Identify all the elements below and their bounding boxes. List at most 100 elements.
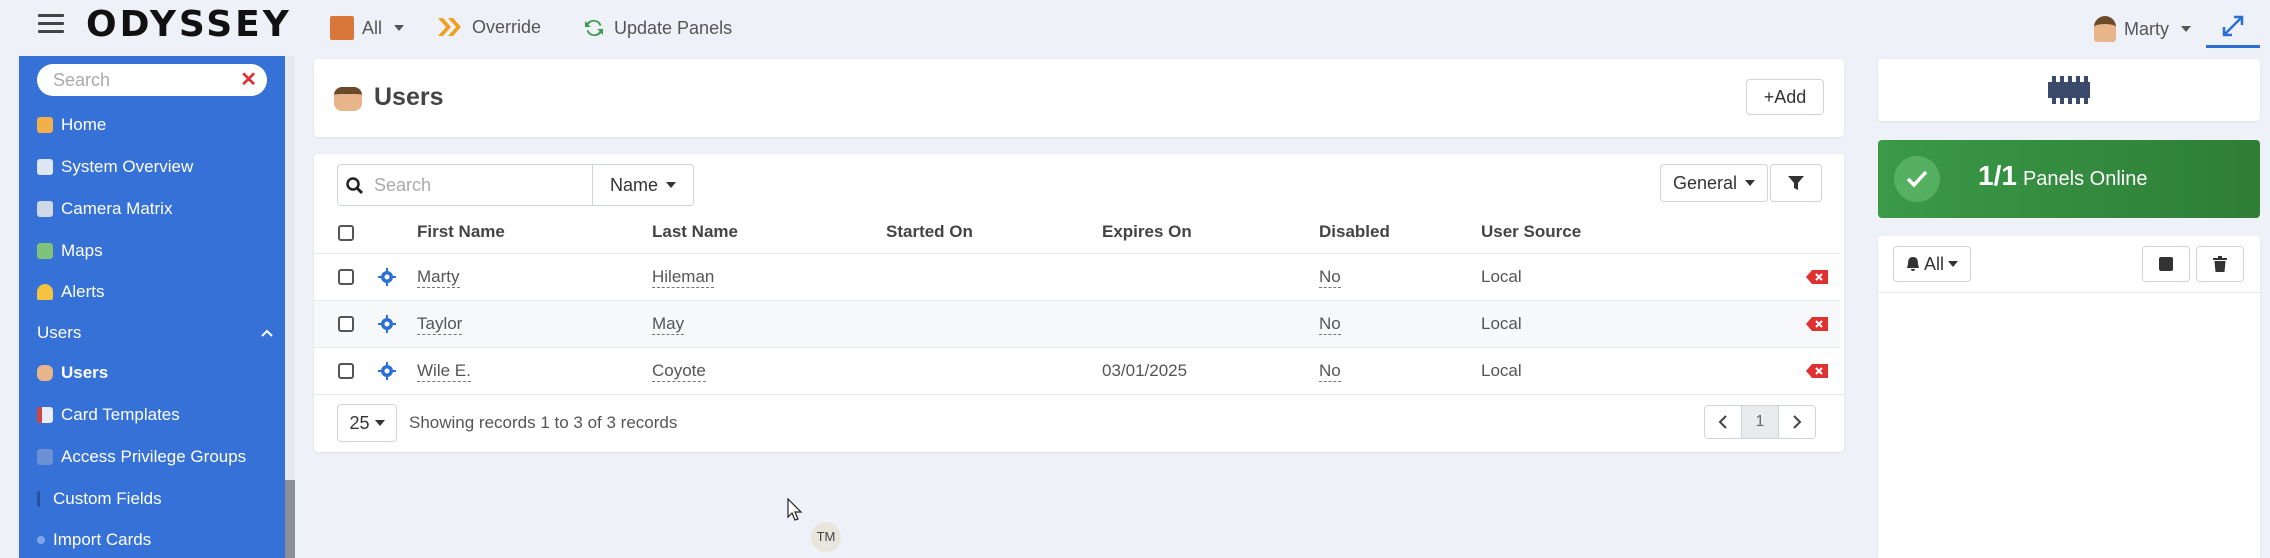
row-checkbox[interactable] bbox=[338, 316, 354, 332]
sidebar-item-camera-matrix[interactable]: Camera Matrix bbox=[37, 194, 172, 224]
clear-search-icon[interactable]: ✕ bbox=[240, 64, 257, 96]
alert-filter-label: All bbox=[1923, 253, 1944, 274]
users-table-card: Search Name General First Name Last Name… bbox=[314, 154, 1844, 452]
sidebar-item-home[interactable]: Home bbox=[37, 110, 106, 140]
column-header-expires-on[interactable]: Expires On bbox=[1102, 222, 1192, 242]
sidebar-item-label: Maps bbox=[61, 241, 103, 260]
clear-alerts-button[interactable] bbox=[2196, 246, 2244, 282]
sidebar: Search ✕ Home System Overview Camera Mat… bbox=[19, 56, 285, 558]
disabled-cell[interactable]: No bbox=[1319, 314, 1341, 335]
filter-button[interactable] bbox=[1770, 164, 1822, 202]
gear-icon[interactable] bbox=[378, 362, 396, 380]
next-page-button[interactable] bbox=[1778, 405, 1816, 439]
last-name-cell[interactable]: May bbox=[652, 314, 685, 335]
sidebar-item-label: Camera Matrix bbox=[61, 199, 173, 218]
column-header-disabled[interactable]: Disabled bbox=[1319, 222, 1390, 242]
last-name-cell[interactable]: Coyote bbox=[652, 361, 706, 382]
first-name-cell[interactable]: Marty bbox=[417, 267, 460, 288]
column-header-first-name[interactable]: First Name bbox=[417, 222, 505, 242]
all-panels-label: All bbox=[362, 17, 383, 38]
sidebar-item-label: Home bbox=[61, 115, 107, 134]
chevron-right-icon bbox=[1793, 415, 1802, 429]
users-icon bbox=[37, 365, 53, 381]
disabled-cell[interactable]: No bbox=[1319, 361, 1341, 382]
bell-icon bbox=[37, 284, 53, 300]
sidebar-group-users[interactable]: Users bbox=[37, 318, 273, 348]
delete-icon[interactable] bbox=[1806, 317, 1828, 331]
square-icon bbox=[2159, 257, 2173, 271]
select-all-checkbox[interactable] bbox=[338, 225, 354, 241]
alert-filter-dropdown[interactable]: All bbox=[1893, 246, 1971, 282]
table-row[interactable]: Marty Hileman No Local bbox=[314, 253, 1840, 300]
alerts-panel: All bbox=[1878, 236, 2260, 558]
sidebar-item-maps[interactable]: Maps bbox=[37, 236, 103, 266]
disabled-cell[interactable]: No bbox=[1319, 267, 1341, 288]
menu-icon[interactable] bbox=[38, 14, 64, 36]
sidebar-item-card-templates[interactable]: Card Templates bbox=[37, 400, 180, 430]
table-row[interactable]: Taylor May No Local bbox=[314, 300, 1840, 347]
chevron-up-icon bbox=[261, 329, 273, 337]
column-header-user-source[interactable]: User Source bbox=[1481, 222, 1581, 242]
delete-icon[interactable] bbox=[1806, 270, 1828, 284]
override-button[interactable]: Override bbox=[436, 16, 541, 38]
column-header-last-name[interactable]: Last Name bbox=[652, 222, 738, 242]
gear-icon[interactable] bbox=[378, 268, 396, 286]
all-panels-dropdown[interactable]: All bbox=[330, 16, 405, 40]
user-name: Marty bbox=[2124, 18, 2169, 39]
page-size-dropdown[interactable]: 25 bbox=[337, 404, 397, 442]
table-search-input[interactable]: Search bbox=[337, 164, 593, 206]
expand-button[interactable] bbox=[2206, 6, 2260, 48]
update-panels-button[interactable]: Update Panels bbox=[582, 16, 732, 40]
delete-icon[interactable] bbox=[1806, 364, 1828, 378]
chevron-left-icon bbox=[1718, 415, 1727, 429]
user-source-cell: Local bbox=[1481, 267, 1522, 286]
general-label: General bbox=[1672, 172, 1738, 193]
override-label: Override bbox=[472, 16, 542, 37]
user-source-cell: Local bbox=[1481, 314, 1522, 333]
sidebar-item-custom-fields[interactable]: Custom Fields bbox=[37, 484, 162, 514]
previous-page-button[interactable] bbox=[1704, 405, 1742, 439]
sidebar-search-input[interactable]: Search ✕ bbox=[37, 64, 267, 96]
page-title: Users bbox=[374, 83, 444, 111]
user-menu[interactable]: Marty bbox=[2094, 16, 2191, 42]
row-checkbox[interactable] bbox=[338, 269, 354, 285]
system-overview-icon bbox=[37, 159, 53, 175]
row-checkbox[interactable] bbox=[338, 363, 354, 379]
add-user-button[interactable]: +Add bbox=[1746, 79, 1824, 115]
panels-online-banner[interactable]: 1/1 Panels Online bbox=[1878, 140, 2260, 218]
trash-icon bbox=[2213, 256, 2227, 272]
first-name-cell[interactable]: Wile E. bbox=[417, 361, 471, 382]
name-filter-dropdown[interactable]: Name bbox=[592, 164, 694, 206]
stop-button[interactable] bbox=[2142, 246, 2190, 282]
mouse-cursor-icon bbox=[787, 498, 803, 521]
last-name-cell[interactable]: Hileman bbox=[652, 267, 715, 288]
name-filter-label: Name bbox=[609, 174, 658, 195]
sidebar-scrollbar[interactable] bbox=[285, 56, 295, 558]
camera-icon bbox=[37, 201, 53, 217]
expires-on-cell: 03/01/2025 bbox=[1102, 361, 1188, 380]
panels-online-count: 1/1 bbox=[1978, 160, 2017, 191]
page-header-card: Users +Add bbox=[314, 59, 1844, 137]
sidebar-item-system-overview[interactable]: System Overview bbox=[37, 152, 193, 182]
sidebar-item-import-cards[interactable]: Import Cards bbox=[37, 525, 151, 555]
sidebar-item-label: Access Privilege Groups bbox=[61, 447, 247, 466]
home-icon bbox=[37, 117, 53, 133]
sidebar-item-users[interactable]: Users bbox=[37, 358, 108, 388]
users-icon bbox=[334, 87, 362, 111]
sidebar-item-label: Import Cards bbox=[53, 530, 152, 549]
sidebar-item-alerts[interactable]: Alerts bbox=[37, 277, 104, 307]
sidebar-item-label: System Overview bbox=[61, 157, 194, 176]
table-search-placeholder: Search bbox=[374, 175, 432, 195]
app-logo: ODYSSEY bbox=[86, 4, 292, 45]
general-dropdown[interactable]: General bbox=[1660, 164, 1768, 202]
panel-status-header bbox=[1878, 59, 2260, 121]
gear-icon[interactable] bbox=[378, 315, 396, 333]
sidebar-item-access-privilege-groups[interactable]: Access Privilege Groups bbox=[37, 442, 246, 472]
double-chevron-icon bbox=[438, 18, 461, 36]
first-name-cell[interactable]: Taylor bbox=[417, 314, 463, 335]
scrollbar-thumb[interactable] bbox=[285, 480, 295, 558]
check-icon bbox=[1894, 156, 1940, 202]
column-header-started-on[interactable]: Started On bbox=[886, 222, 973, 242]
table-row[interactable]: Wile E. Coyote 03/01/2025 No Local bbox=[314, 347, 1840, 394]
page-1-button[interactable]: 1 bbox=[1741, 405, 1779, 439]
